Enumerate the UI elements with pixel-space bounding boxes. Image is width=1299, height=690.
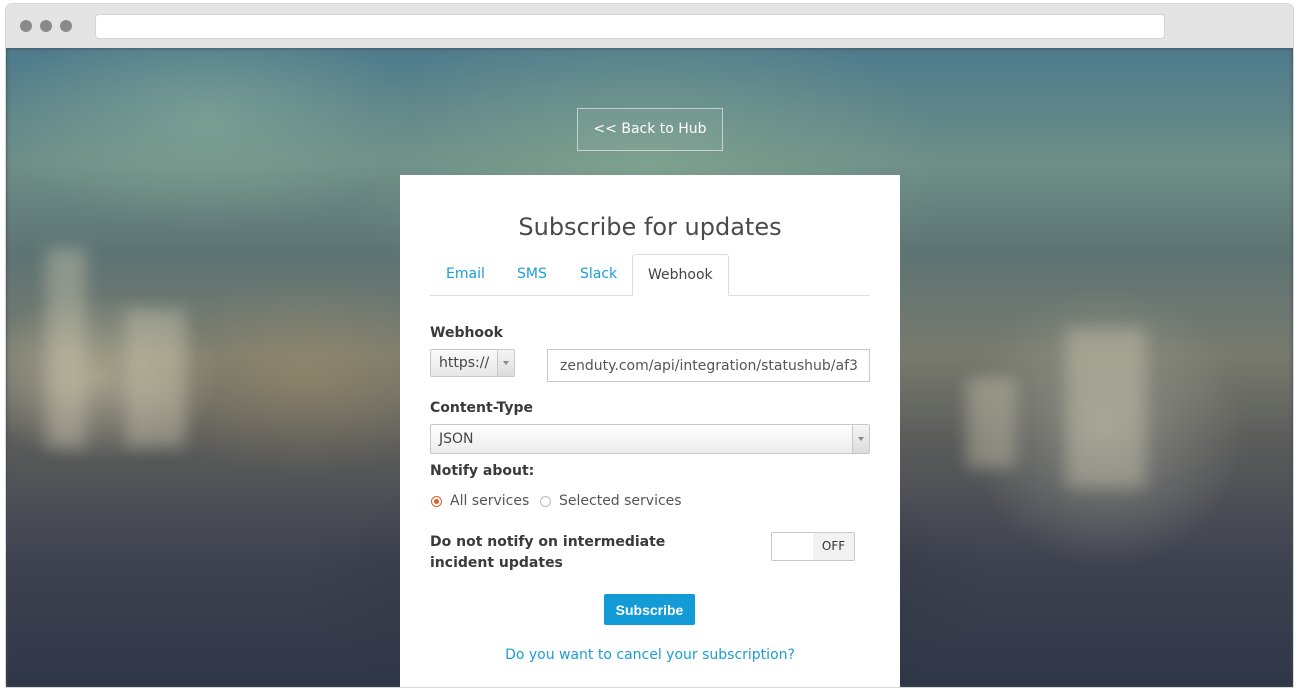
tab-webhook[interactable]: Webhook xyxy=(632,254,729,296)
all-services-label[interactable]: All services xyxy=(450,493,529,509)
page-viewport: << Back to Hub Subscribe for updates Ema… xyxy=(6,48,1293,687)
tab-email[interactable]: Email xyxy=(431,254,500,294)
webhook-label: Webhook xyxy=(430,325,503,341)
chevron-down-icon xyxy=(858,437,864,441)
webhook-url-input[interactable] xyxy=(547,349,870,382)
page-title: Subscribe for updates xyxy=(518,213,782,241)
intermediate-updates-toggle[interactable]: OFF xyxy=(771,532,855,561)
window-minimize-dot[interactable] xyxy=(40,20,52,32)
content-type-label: Content-Type xyxy=(430,400,533,416)
protocol-value: https:// xyxy=(439,355,490,371)
cancel-subscription-link[interactable]: Do you want to cancel your subscription? xyxy=(400,647,900,663)
subscribe-button[interactable]: Subscribe xyxy=(604,594,695,625)
subscription-tabs: Email SMS Slack Webhook xyxy=(430,254,870,296)
background-light xyxy=(1066,328,1146,488)
content-type-dropdown-toggle[interactable] xyxy=(852,425,869,453)
background-light xyxy=(126,308,186,448)
intermediate-updates-label: Do not notify on intermediate incident u… xyxy=(430,534,666,571)
selected-services-radio[interactable] xyxy=(540,496,551,507)
tab-slack[interactable]: Slack xyxy=(565,254,632,294)
notify-about-label: Notify about: xyxy=(430,463,535,479)
selected-services-label[interactable]: Selected services xyxy=(559,493,682,509)
browser-chrome xyxy=(6,4,1293,49)
window-maximize-dot[interactable] xyxy=(60,20,72,32)
toggle-knob[interactable] xyxy=(772,533,814,560)
toggle-state-label: OFF xyxy=(813,533,854,560)
subscribe-card: Subscribe for updates Email SMS Slack We… xyxy=(400,175,900,687)
window-close-dot[interactable] xyxy=(20,20,32,32)
protocol-select[interactable]: https:// xyxy=(430,349,515,377)
address-bar[interactable] xyxy=(95,14,1165,39)
background-light xyxy=(46,248,86,448)
background-light xyxy=(966,378,1016,468)
content-type-value: JSON xyxy=(439,431,474,447)
chevron-down-icon xyxy=(503,361,509,365)
all-services-radio[interactable] xyxy=(431,496,442,507)
tab-sms[interactable]: SMS xyxy=(502,254,562,294)
back-to-hub-button[interactable]: << Back to Hub xyxy=(577,108,723,151)
browser-window: << Back to Hub Subscribe for updates Ema… xyxy=(6,4,1293,687)
protocol-dropdown-toggle[interactable] xyxy=(497,350,514,376)
content-type-select[interactable]: JSON xyxy=(430,424,870,454)
